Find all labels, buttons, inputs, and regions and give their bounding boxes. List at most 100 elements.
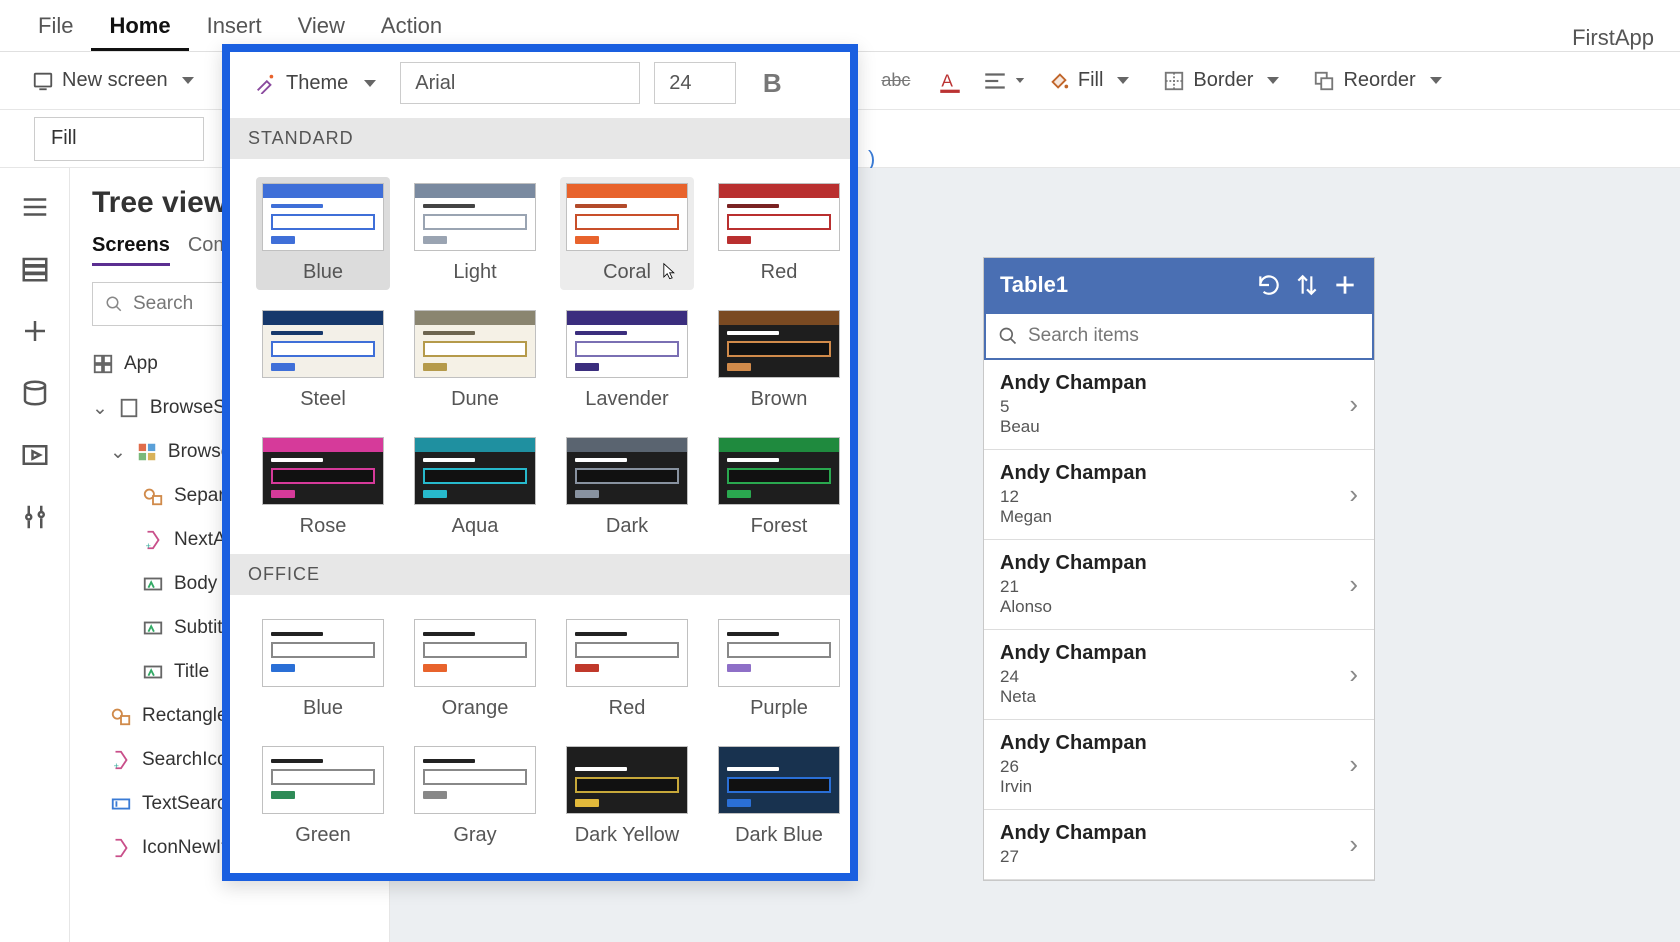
theme-option-dune[interactable]: Dune (408, 304, 542, 417)
preview-item-name: Andy Champan (1000, 642, 1349, 665)
theme-option-green[interactable]: Green (256, 740, 390, 853)
search-icon (998, 326, 1018, 346)
preview-list-item[interactable]: Andy Champan 21 Alonso › (984, 540, 1374, 630)
tree-label: Rectangle (142, 705, 228, 727)
theme-option-label: Dark (606, 515, 648, 538)
screen-icon (32, 70, 54, 92)
theme-option-orange[interactable]: Orange (408, 613, 542, 726)
tree-label: App (124, 353, 158, 375)
tools-icon[interactable] (20, 502, 50, 532)
theme-option-label: Coral (603, 261, 651, 284)
preview-item-name: Andy Champan (1000, 732, 1349, 755)
preview-list-item[interactable]: Andy Champan 12 Megan › (984, 450, 1374, 540)
svg-text:+: + (114, 761, 119, 771)
bold-label: B (763, 68, 782, 99)
gallery-icon (136, 441, 158, 463)
theme-option-steel[interactable]: Steel (256, 304, 390, 417)
insert-icon[interactable] (20, 316, 50, 346)
theme-button-inner[interactable]: Theme (244, 66, 386, 101)
theme-option-label: Dune (451, 388, 499, 411)
label-icon (142, 661, 164, 683)
chevron-down-icon: ⌄ (110, 441, 126, 464)
add-icon[interactable] (1332, 272, 1358, 298)
theme-option-label: Purple (750, 697, 808, 720)
preview-title: Table1 (1000, 272, 1244, 298)
label-icon (142, 573, 164, 595)
textinput-icon (110, 793, 132, 815)
preview-search-placeholder: Search items (1028, 325, 1139, 347)
font-color-button[interactable]: A (928, 60, 972, 102)
theme-option-label: Aqua (452, 515, 499, 538)
preview-item-name: Andy Champan (1000, 372, 1349, 395)
preview-item-number: 21 (1000, 577, 1349, 597)
data-icon[interactable] (20, 378, 50, 408)
chevron-down-icon (1117, 77, 1129, 84)
preview-list-item[interactable]: Andy Champan 24 Neta › (984, 630, 1374, 720)
theme-option-label: Dark Yellow (575, 824, 680, 847)
reorder-label: Reorder (1343, 69, 1415, 92)
theme-option-red[interactable]: Red (712, 177, 846, 290)
chevron-right-icon: › (1349, 389, 1358, 420)
theme-option-label: Rose (300, 515, 347, 538)
left-rail (0, 168, 70, 942)
fill-label: Fill (1078, 69, 1104, 92)
preview-search-input[interactable]: Search items (984, 312, 1374, 360)
new-screen-button[interactable]: New screen (20, 63, 206, 98)
label-icon (142, 617, 164, 639)
tree-label: Title (174, 661, 209, 683)
preview-list-item[interactable]: Andy Champan 5 Beau › (984, 360, 1374, 450)
theme-option-label: Lavender (585, 388, 668, 411)
sort-icon[interactable] (1294, 272, 1320, 298)
theme-option-blue[interactable]: Blue (256, 177, 390, 290)
align-button[interactable] (982, 60, 1026, 102)
property-select[interactable]: Fill (34, 117, 204, 161)
theme-size-select[interactable]: 24 (654, 62, 736, 104)
theme-section-standard: STANDARD (230, 118, 850, 159)
menu-home[interactable]: Home (91, 3, 188, 51)
preview-item-subtitle: Irvin (1000, 777, 1349, 797)
shape-icon (142, 485, 164, 507)
theme-option-dark blue[interactable]: Dark Blue (712, 740, 846, 853)
fill-button[interactable]: Fill (1036, 63, 1142, 98)
theme-option-lavender[interactable]: Lavender (560, 304, 694, 417)
theme-section-office: OFFICE (230, 554, 850, 595)
icon-icon: + (142, 529, 164, 551)
media-icon[interactable] (20, 440, 50, 470)
theme-option-label: Blue (303, 261, 343, 284)
theme-option-purple[interactable]: Purple (712, 613, 846, 726)
theme-option-label: Brown (751, 388, 808, 411)
theme-option-brown[interactable]: Brown (712, 304, 846, 417)
refresh-icon[interactable] (1256, 272, 1282, 298)
theme-option-dark[interactable]: Dark (560, 431, 694, 544)
font-value: Arial (415, 72, 455, 95)
theme-bold-button[interactable]: B (750, 62, 794, 104)
theme-option-light[interactable]: Light (408, 177, 542, 290)
theme-option-gray[interactable]: Gray (408, 740, 542, 853)
theme-option-blue[interactable]: Blue (256, 613, 390, 726)
preview-item-name: Andy Champan (1000, 552, 1349, 575)
preview-list-item[interactable]: Andy Champan 27 › (984, 810, 1374, 880)
app-preview: Table1 Search items Andy Champan 5 Beau … (984, 258, 1374, 880)
app-icon (92, 353, 114, 375)
preview-list-item[interactable]: Andy Champan 26 Irvin › (984, 720, 1374, 810)
preview-item-number: 12 (1000, 487, 1349, 507)
reorder-button[interactable]: Reorder (1301, 63, 1453, 98)
menu-file[interactable]: File (20, 3, 91, 51)
theme-option-forest[interactable]: Forest (712, 431, 846, 544)
theme-option-rose[interactable]: Rose (256, 431, 390, 544)
theme-font-select[interactable]: Arial (400, 62, 640, 104)
theme-option-aqua[interactable]: Aqua (408, 431, 542, 544)
theme-option-red[interactable]: Red (560, 613, 694, 726)
border-button[interactable]: Border (1151, 63, 1291, 98)
border-icon (1163, 70, 1185, 92)
theme-option-coral[interactable]: Coral (560, 177, 694, 290)
chevron-right-icon: › (1349, 749, 1358, 780)
hamburger-icon[interactable] (20, 192, 50, 222)
tree-view-icon[interactable] (20, 254, 50, 284)
theme-option-label: Red (609, 697, 646, 720)
theme-option-dark yellow[interactable]: Dark Yellow (560, 740, 694, 853)
chevron-down-icon (364, 80, 376, 87)
tab-screens[interactable]: Screens (92, 234, 170, 266)
theme-option-label: Dark Blue (735, 824, 823, 847)
strikethrough-button[interactable]: abc (874, 60, 918, 102)
